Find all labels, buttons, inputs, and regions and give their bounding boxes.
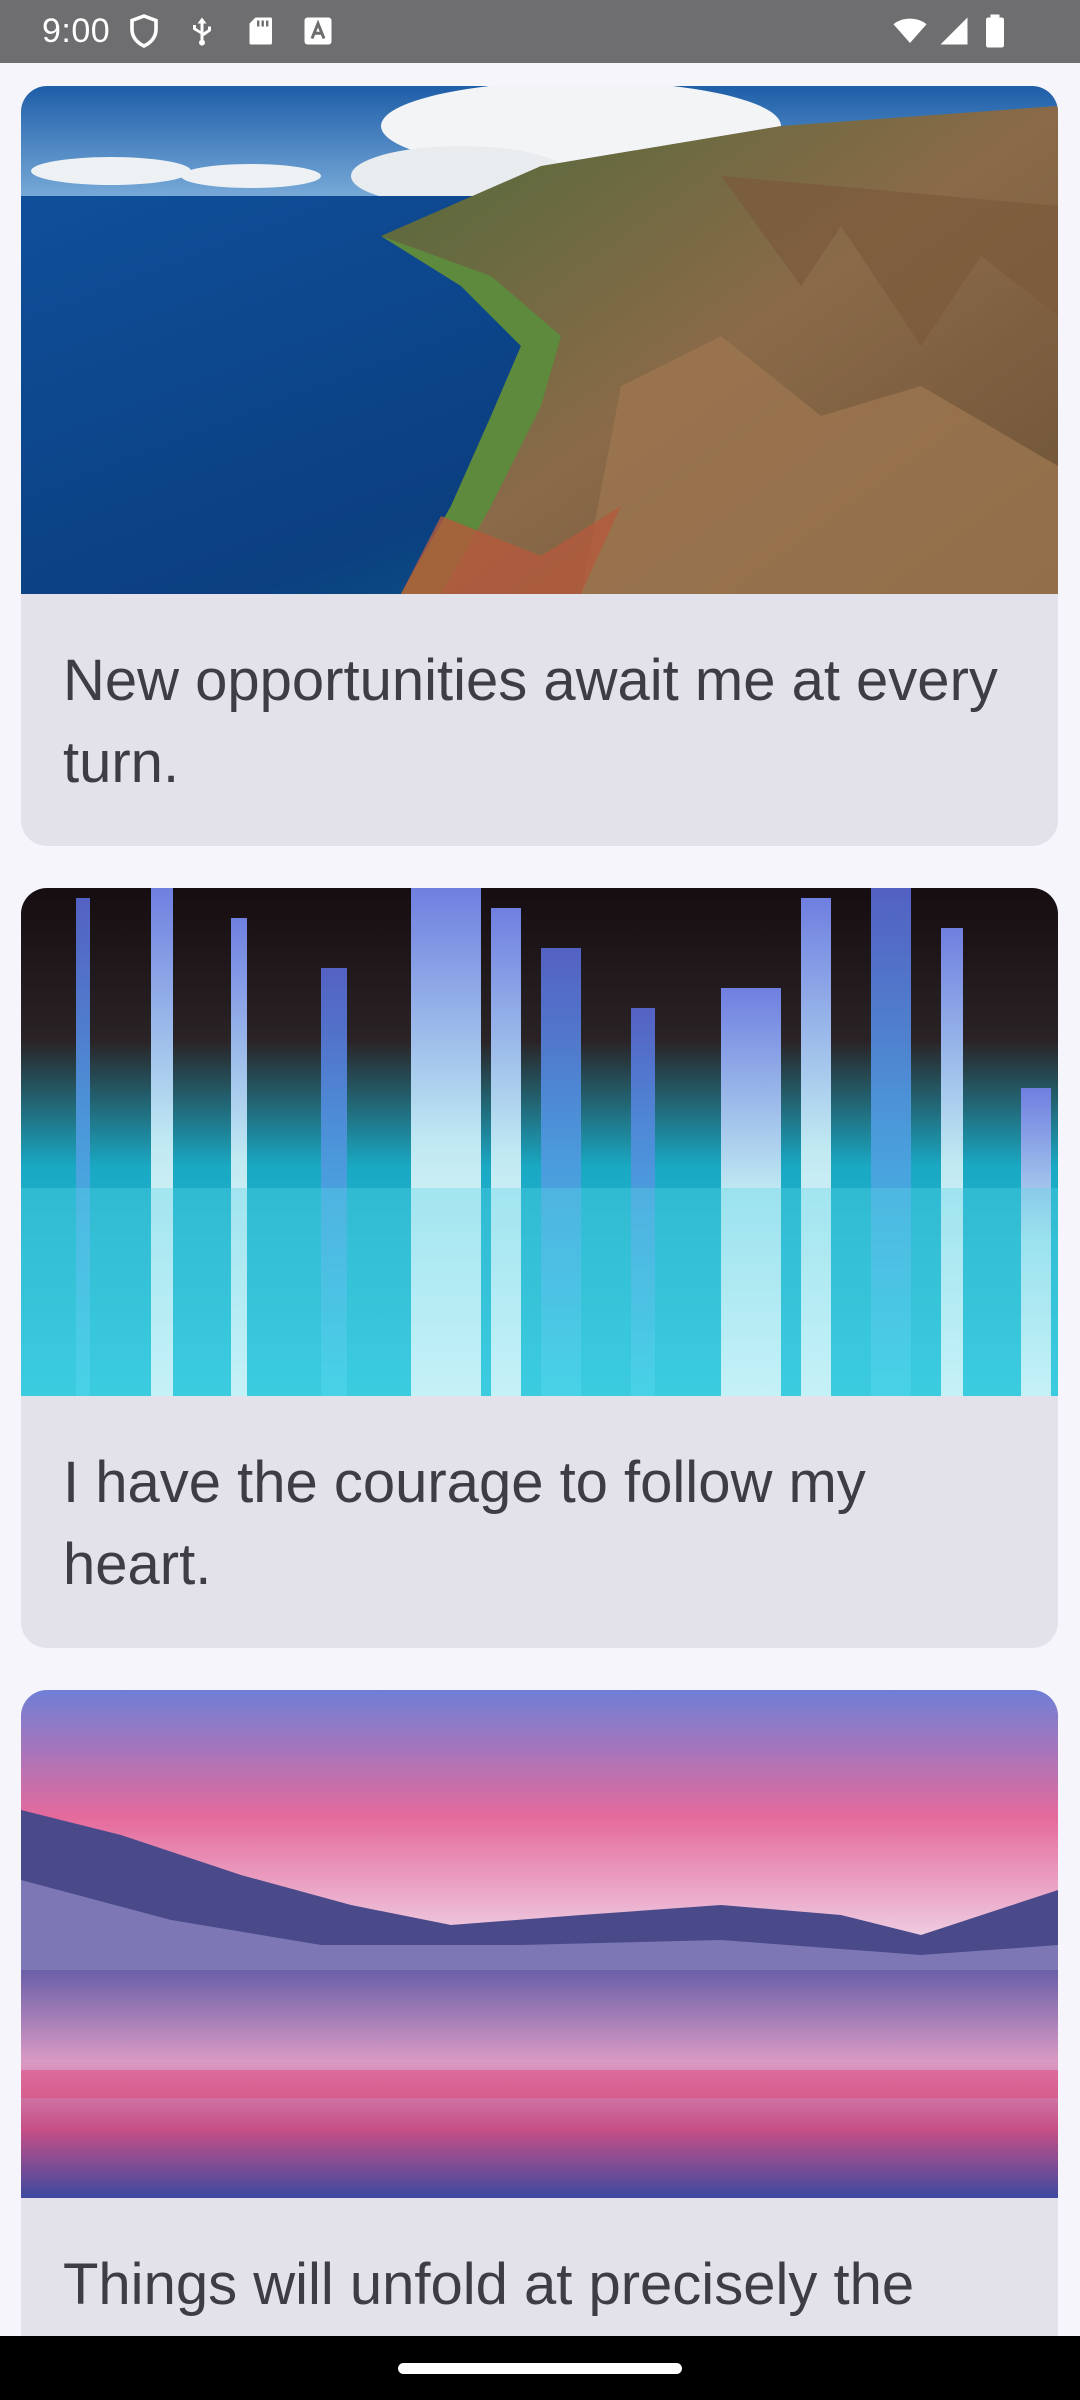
usb-debug-icon: [184, 13, 220, 49]
autofill-a-icon: [300, 13, 336, 49]
navigation-bar: [0, 2336, 1080, 2400]
shield-icon: [126, 13, 162, 49]
blue-light-streaks-image: [21, 888, 1058, 1396]
pink-sky-lake-image: [21, 1690, 1058, 2198]
cellular-signal-icon: [936, 13, 972, 49]
affirmation-text: New opportunities await me at every turn…: [63, 648, 998, 795]
battery-icon: [980, 13, 1010, 49]
wifi-icon: [890, 13, 930, 49]
status-bar: 9:00: [0, 0, 1080, 63]
affirmation-card[interactable]: I have the courage to follow my heart.: [21, 888, 1058, 1648]
affirmation-card[interactable]: New opportunities await me at every turn…: [21, 86, 1058, 846]
affirmation-text: Things will unfold at precisely the: [63, 2252, 915, 2317]
affirmation-text: I have the courage to follow my heart.: [63, 1450, 866, 1597]
status-time: 9:00: [42, 12, 111, 50]
coastal-cliffs-image: [21, 86, 1058, 594]
affirmation-card[interactable]: Things will unfold at precisely the: [21, 1690, 1058, 2336]
home-gesture-handle[interactable]: [398, 2363, 682, 2374]
sd-card-icon: [242, 13, 278, 49]
affirmation-feed[interactable]: New opportunities await me at every turn…: [0, 63, 1080, 2336]
